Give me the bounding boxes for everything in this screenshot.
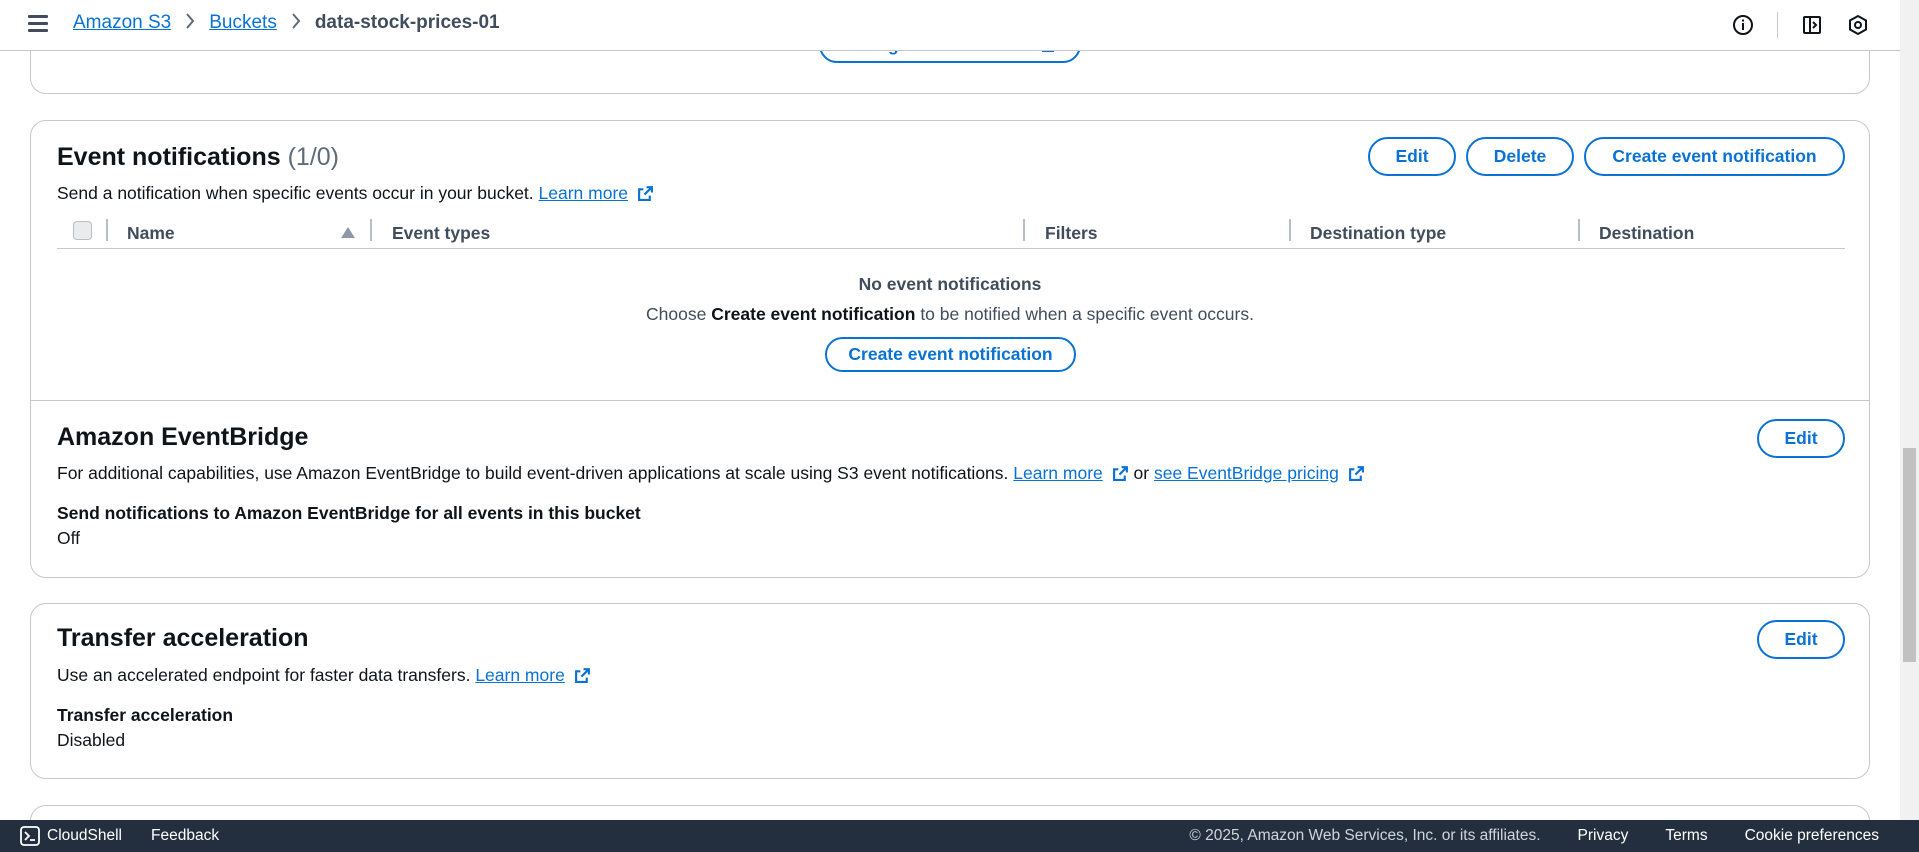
top-navigation-bar: Amazon S3 Buckets data-stock-prices-01 (0, 0, 1900, 51)
external-link-icon (574, 668, 590, 683)
learn-more-link[interactable]: Learn more (1013, 463, 1103, 483)
privacy-link[interactable]: Privacy (1578, 827, 1629, 845)
cloudshell-button[interactable]: CloudShell (20, 826, 122, 846)
event-notifications-count: (1/0) (287, 143, 339, 171)
eventbridge-description: For additional capabilities, use Amazon … (57, 463, 1365, 484)
eventbridge-setting-label: Send notifications to Amazon EventBridge… (57, 503, 641, 523)
cookie-preferences-link[interactable]: Cookie preferences (1745, 827, 1879, 845)
eventbridge-edit-button[interactable]: Edit (1757, 419, 1845, 458)
create-event-notification-button[interactable]: Create event notification (1584, 137, 1845, 176)
breadcrumb-buckets[interactable]: Buckets (209, 12, 277, 34)
transfer-acceleration-description: Use an accelerated endpoint for faster d… (57, 665, 591, 686)
page-scrollbar[interactable] (1900, 0, 1919, 820)
console-footer: CloudShell Feedback © 2025, Amazon Web S… (0, 820, 1919, 852)
empty-create-event-notification-button[interactable]: Create event notification (825, 337, 1076, 372)
breadcrumb-amazon-s3[interactable]: Amazon S3 (73, 12, 171, 34)
eventbridge-pricing-link[interactable]: see EventBridge pricing (1154, 463, 1339, 483)
empty-state-title: No event notifications (858, 274, 1042, 294)
column-header-filters[interactable]: Filters (1045, 223, 1098, 244)
event-notifications-title: Event notifications (1/0) (57, 143, 339, 171)
transfer-acceleration-card: Transfer acceleration Edit Use an accele… (30, 603, 1870, 779)
column-divider (1289, 219, 1291, 241)
cloudshell-icon (20, 826, 40, 846)
column-divider (106, 219, 108, 241)
settings-icon[interactable] (1846, 13, 1870, 37)
breadcrumb-current-bucket: data-stock-prices-01 (314, 12, 500, 33)
learn-more-link[interactable]: Learn more (475, 665, 565, 685)
external-link-icon (637, 186, 653, 201)
chevron-right-icon (291, 12, 301, 34)
empty-state-description: Choose Create event notification to be n… (646, 304, 1254, 324)
chevron-right-icon (185, 12, 195, 34)
transfer-acceleration-edit-button[interactable]: Edit (1757, 620, 1845, 659)
transfer-acceleration-setting-label: Transfer acceleration (57, 705, 234, 725)
transfer-acceleration-title: Transfer acceleration (57, 624, 309, 652)
menu-icon[interactable] (28, 15, 48, 33)
column-header-destination-type[interactable]: Destination type (1310, 223, 1446, 244)
delete-button[interactable]: Delete (1466, 137, 1574, 176)
terms-link[interactable]: Terms (1665, 827, 1707, 845)
eventbridge-card: Amazon EventBridge Edit For additional c… (30, 400, 1870, 578)
copyright-text: © 2025, Amazon Web Services, Inc. or its… (1189, 827, 1541, 844)
eventbridge-setting-value: Off (57, 528, 81, 548)
divider (1777, 12, 1778, 38)
eventbridge-title: Amazon EventBridge (57, 423, 309, 451)
column-header-destination[interactable]: Destination (1599, 223, 1694, 244)
notifications-panel-icon[interactable] (1800, 13, 1824, 37)
info-icon[interactable] (1731, 13, 1755, 37)
column-header-event-types[interactable]: Event types (392, 223, 490, 244)
edit-button[interactable]: Edit (1368, 137, 1456, 176)
column-divider (1578, 219, 1580, 241)
sort-ascending-icon[interactable] (341, 227, 355, 238)
external-link-icon (1348, 466, 1364, 481)
breadcrumb: Amazon S3 Buckets data-stock-prices-01 (73, 12, 500, 34)
column-divider (1023, 219, 1025, 241)
column-divider (370, 219, 372, 241)
event-notifications-table-header: Name Event types Filters Destination typ… (57, 215, 1845, 249)
feedback-link[interactable]: Feedback (151, 827, 219, 845)
column-header-name[interactable]: Name (127, 223, 175, 244)
external-link-icon (1112, 466, 1128, 481)
learn-more-link[interactable]: Learn more (539, 183, 629, 203)
event-notifications-card: Event notifications (1/0) Edit Delete Cr… (30, 120, 1870, 401)
event-notifications-description: Send a notification when specific events… (57, 183, 654, 204)
transfer-acceleration-setting-value: Disabled (57, 730, 126, 750)
select-all-checkbox[interactable] (73, 221, 92, 240)
scrollbar-thumb[interactable] (1903, 448, 1916, 662)
